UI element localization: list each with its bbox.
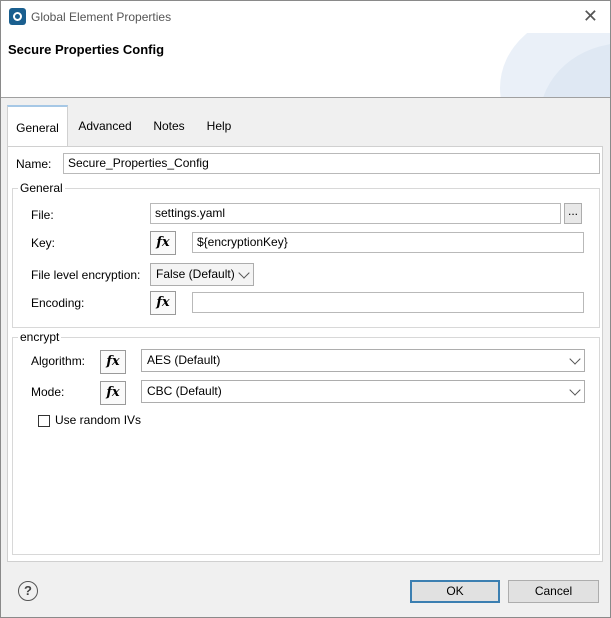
chevron-down-icon <box>569 353 581 365</box>
tab-help[interactable]: Help <box>198 105 240 146</box>
tab-general[interactable]: General <box>7 105 68 146</box>
chevron-down-icon <box>238 267 250 279</box>
file-level-encryption-select[interactable]: False (Default) <box>150 263 254 286</box>
file-level-encryption-value: False (Default) <box>156 267 235 281</box>
encrypt-group: encrypt Algorithm: fx AES (Default) Mode… <box>12 330 600 555</box>
page-title: Secure Properties Config <box>8 42 165 57</box>
mode-label: Mode: <box>31 385 65 399</box>
mode-select[interactable]: CBC (Default) <box>141 380 585 403</box>
cancel-button[interactable]: Cancel <box>508 580 599 603</box>
expression-fx-icon[interactable]: fx <box>150 291 176 315</box>
expression-fx-icon[interactable]: fx <box>150 231 176 255</box>
encoding-input[interactable] <box>192 292 584 313</box>
help-icon[interactable]: ? <box>18 581 38 601</box>
algorithm-value: AES (Default) <box>147 353 221 367</box>
mode-value: CBC (Default) <box>147 384 222 398</box>
expression-fx-icon[interactable]: fx <box>100 350 126 374</box>
expression-fx-icon[interactable]: fx <box>100 381 126 405</box>
tab-notes[interactable]: Notes <box>144 105 194 146</box>
dialog-header: Secure Properties Config <box>1 33 610 98</box>
chevron-down-icon <box>569 384 581 396</box>
algorithm-label: Algorithm: <box>31 354 86 368</box>
title-bar: Global Element Properties ✕ <box>1 1 610 33</box>
ok-button[interactable]: OK <box>410 580 500 603</box>
window-title: Global Element Properties <box>31 10 172 24</box>
file-level-encryption-label: File level encryption: <box>31 268 141 282</box>
algorithm-select[interactable]: AES (Default) <box>141 349 585 372</box>
tab-advanced[interactable]: Advanced <box>70 105 140 146</box>
encoding-label: Encoding: <box>31 296 85 310</box>
tab-bar: General Advanced Notes Help <box>7 105 603 147</box>
use-random-ivs-label[interactable]: Use random IVs <box>55 413 141 427</box>
file-input[interactable]: settings.yaml <box>150 203 561 224</box>
general-tab-panel: Name: Secure_Properties_Config General F… <box>7 146 603 562</box>
browse-file-button[interactable]: ... <box>564 203 582 224</box>
encrypt-group-title: encrypt <box>18 330 62 344</box>
key-label: Key: <box>31 236 56 250</box>
dialog-window: Global Element Properties ✕ Secure Prope… <box>0 0 611 618</box>
use-random-ivs-checkbox[interactable] <box>38 415 50 427</box>
name-input[interactable]: Secure_Properties_Config <box>63 153 600 174</box>
name-label: Name: <box>16 157 52 171</box>
file-label: File: <box>31 208 54 222</box>
key-input[interactable]: ${encryptionKey} <box>192 232 584 253</box>
general-group-title: General <box>18 181 65 195</box>
mule-app-icon <box>9 8 26 25</box>
close-icon[interactable]: ✕ <box>583 5 598 27</box>
general-group: General File: settings.yaml ... Key: fx … <box>12 181 600 328</box>
